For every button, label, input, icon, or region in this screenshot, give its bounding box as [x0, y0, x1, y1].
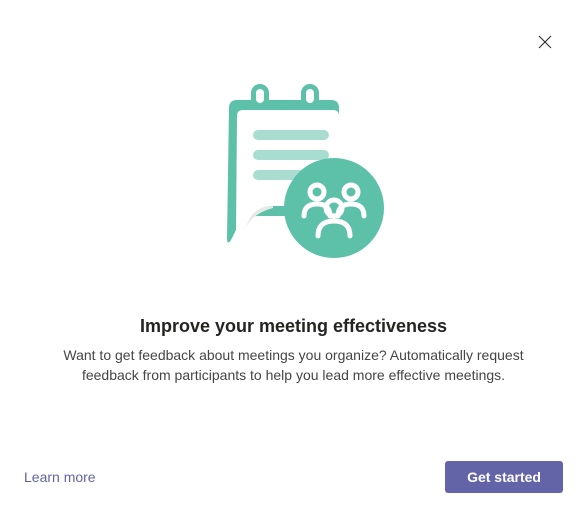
get-started-button[interactable]: Get started: [445, 461, 563, 493]
dialog-footer: Learn more Get started: [24, 461, 563, 493]
dialog-description: Want to get feedback about meetings you …: [24, 345, 564, 386]
learn-more-link[interactable]: Learn more: [24, 469, 96, 485]
dialog-content: Improve your meeting effectiveness Want …: [0, 0, 587, 386]
meeting-effectiveness-icon: [189, 68, 399, 268]
illustration: [189, 68, 399, 268]
dialog-heading: Improve your meeting effectiveness: [140, 316, 447, 337]
close-button[interactable]: [535, 32, 555, 52]
close-icon: [538, 35, 552, 49]
